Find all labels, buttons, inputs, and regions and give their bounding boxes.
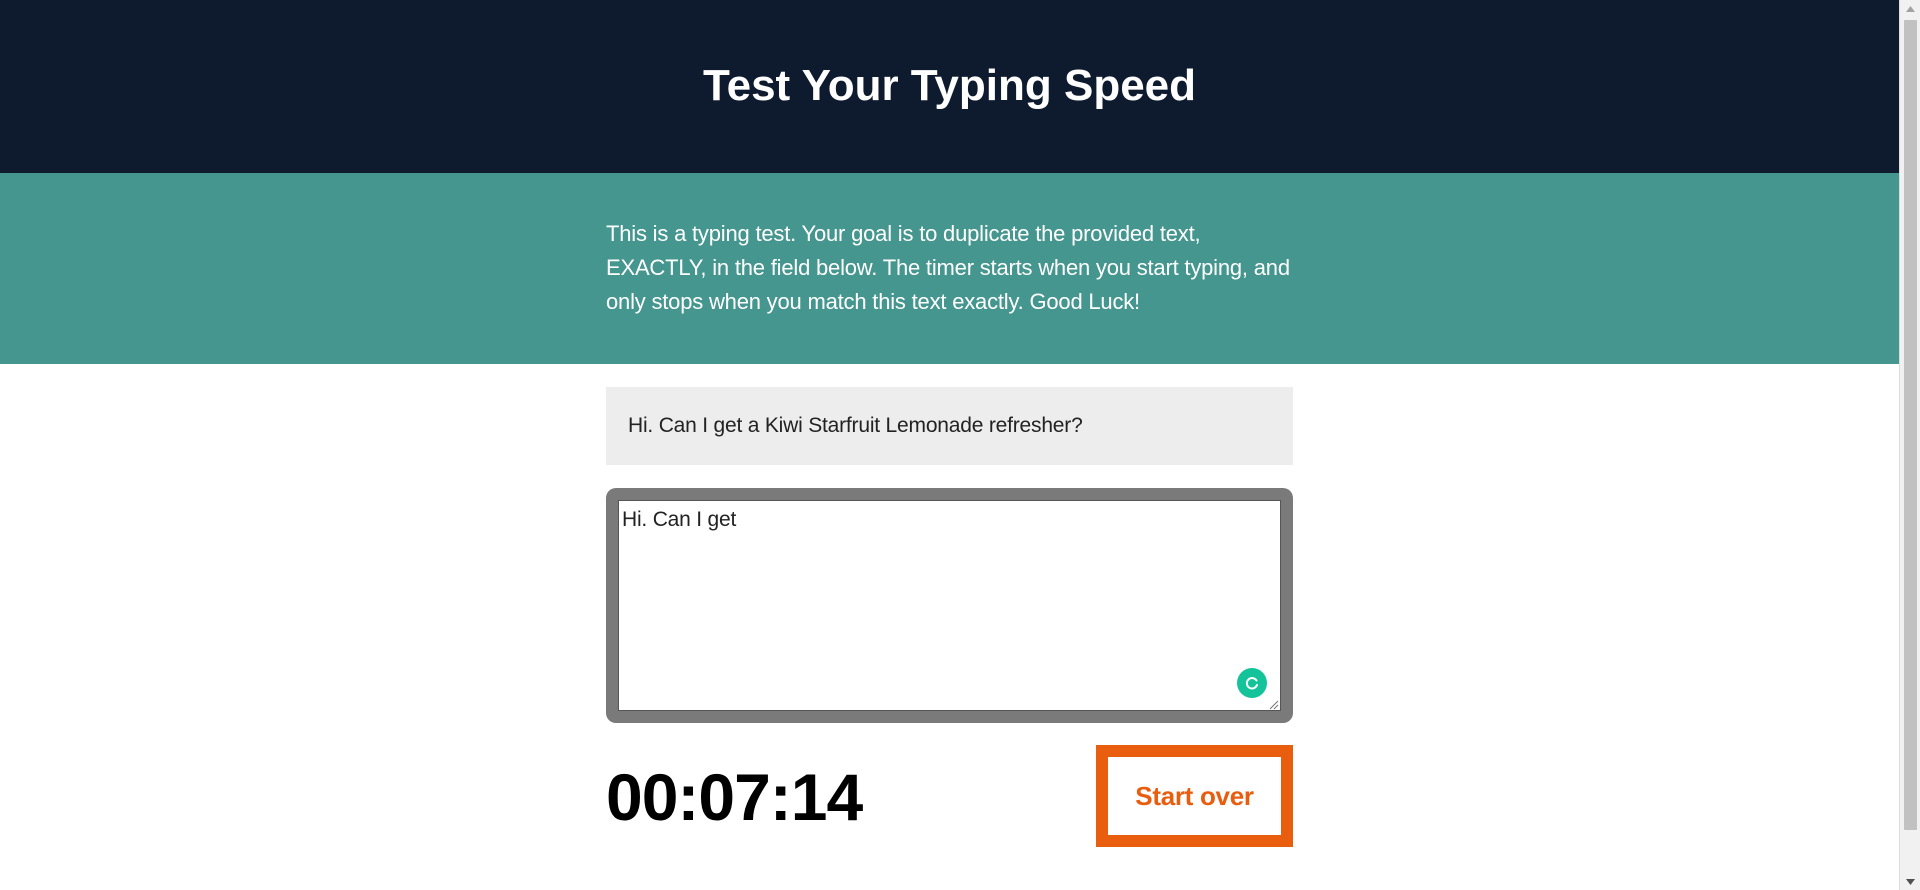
page-title: Test Your Typing Speed: [702, 60, 1197, 110]
test-area-wrapper: [606, 488, 1293, 723]
start-over-button[interactable]: Start over: [1096, 745, 1293, 847]
origin-text-box: Hi. Can I get a Kiwi Starfruit Lemonade …: [606, 387, 1293, 465]
scroll-up-icon[interactable]: [1900, 0, 1920, 17]
page: Test Your Typing Speed This is a typing …: [0, 0, 1899, 890]
intro-section: This is a typing test. Your goal is to d…: [0, 173, 1899, 364]
browser-viewport: Test Your Typing Speed This is a typing …: [0, 0, 1920, 890]
main-content: Hi. Can I get a Kiwi Starfruit Lemonade …: [606, 387, 1293, 847]
intro-container: This is a typing test. Your goal is to d…: [606, 173, 1293, 319]
grammarly-icon[interactable]: [1237, 668, 1267, 698]
meta-row: 00:07:14 Start over: [606, 745, 1293, 847]
typing-input[interactable]: [618, 500, 1281, 711]
resize-grip-icon[interactable]: [1267, 697, 1279, 710]
vertical-scrollbar[interactable]: [1899, 0, 1920, 890]
masthead: Test Your Typing Speed: [0, 0, 1899, 173]
origin-text: Hi. Can I get a Kiwi Starfruit Lemonade …: [628, 414, 1083, 437]
timer-display: 00:07:14: [606, 760, 863, 834]
scroll-down-icon[interactable]: [1900, 873, 1920, 890]
intro-text: This is a typing test. Your goal is to d…: [606, 221, 1290, 314]
scrollbar-thumb[interactable]: [1904, 20, 1917, 830]
